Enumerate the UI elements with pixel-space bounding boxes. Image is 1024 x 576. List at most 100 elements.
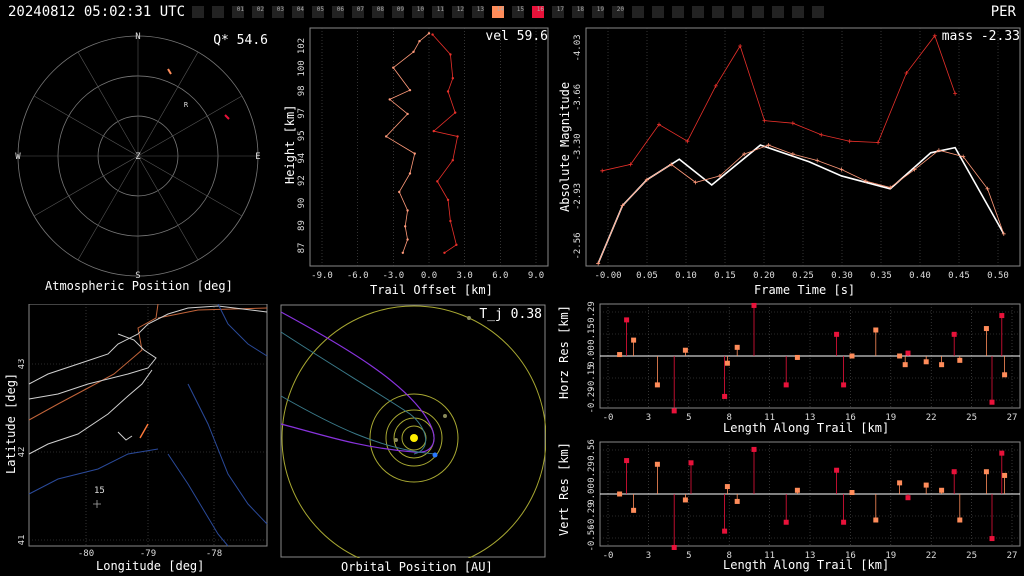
residual-point xyxy=(849,353,855,359)
residual-point xyxy=(751,302,757,308)
lc-point xyxy=(738,44,743,49)
x-tick-label: 9.0 xyxy=(528,271,544,281)
residual-point xyxy=(617,352,623,358)
residual-point xyxy=(849,490,855,496)
trail-point xyxy=(398,190,401,194)
station-cell: 17 xyxy=(552,6,564,18)
x-tick-label: -0.00 xyxy=(594,271,621,281)
hres-ylabel: Horz Res [km] xyxy=(557,305,571,399)
residual-point xyxy=(841,382,847,388)
lc-point xyxy=(815,158,820,163)
residual-point xyxy=(897,353,903,359)
residual-point xyxy=(624,458,630,464)
trail-point xyxy=(451,77,454,80)
residual-point xyxy=(923,359,929,365)
residual-point xyxy=(873,327,879,333)
x-tick-label: 5 xyxy=(686,413,691,423)
x-tick-label: 27 xyxy=(1007,413,1018,423)
residual-point xyxy=(794,487,800,493)
x-tick-label: -0 xyxy=(603,551,614,561)
x-tick-label: 6.0 xyxy=(492,271,508,281)
atmospheric-title: Atmospheric Position [deg] xyxy=(45,279,233,293)
residual-point xyxy=(722,528,728,534)
lc-ylabel: Absolute Magnitude xyxy=(558,81,572,212)
x-tick-label: 0.35 xyxy=(870,271,892,281)
residual-point xyxy=(688,460,694,466)
x-tick-label: 0.40 xyxy=(909,271,931,281)
lon-tick-label: -79 xyxy=(140,549,156,556)
trail-point xyxy=(443,251,446,254)
station-indicator-bar: 01 02 03 04 05 06 07 08 09 10 11 12 13 14 15 16 17 18 19 20 xyxy=(192,6,832,18)
y-tick-label: 90 xyxy=(297,198,307,209)
trail-point xyxy=(392,66,395,69)
residual-point xyxy=(783,519,789,525)
atmospheric-position-plot: Q* 54.6 N S E W Z R xyxy=(15,32,268,281)
trail-point xyxy=(406,112,409,116)
station-cell: 08 xyxy=(372,6,384,18)
y-tick-label: 95 xyxy=(297,130,307,141)
residual-point xyxy=(724,484,730,490)
residual-point xyxy=(671,544,677,550)
shower-code: PER xyxy=(990,4,1016,20)
y-tick-label: 94 xyxy=(297,153,307,164)
x-tick-label: 0.0 xyxy=(421,271,437,281)
y-tick-label: -3.30 xyxy=(573,133,583,160)
station-cell: 10 xyxy=(412,6,424,18)
north-label: N xyxy=(135,32,140,42)
lon-tick-label: -80 xyxy=(78,549,94,556)
residual-point xyxy=(951,331,957,337)
x-tick-label: 0.25 xyxy=(792,271,814,281)
residual-point xyxy=(841,519,847,525)
zenith-label: Z xyxy=(135,152,141,162)
trail-point xyxy=(406,238,409,241)
station-14-track xyxy=(167,68,172,75)
lc-point xyxy=(713,83,718,88)
x-tick-label: 22 xyxy=(926,413,937,423)
y-tick-label: -0.56 xyxy=(587,524,597,551)
y-tick-label: -3.66 xyxy=(573,84,583,111)
residual-point xyxy=(722,393,728,399)
east-label: E xyxy=(255,152,260,162)
station-cell: 18 xyxy=(572,6,584,18)
timestamp: 20240812 05:02:31 UTC xyxy=(8,4,186,20)
y-tick-label: -2.93 xyxy=(573,183,583,210)
station-cell xyxy=(672,6,684,18)
trail-point xyxy=(453,111,457,114)
residual-point xyxy=(724,360,730,366)
x-tick-label: 0.30 xyxy=(831,271,853,281)
trail-point xyxy=(408,172,412,175)
y-tick-label: 87 xyxy=(297,243,307,254)
radiant-label: R xyxy=(184,101,189,109)
lc-series-line xyxy=(597,144,1005,264)
residual-point xyxy=(751,446,757,452)
lat-tick-label: 41 xyxy=(18,535,27,546)
station-cell xyxy=(632,6,644,18)
orbit-xlabel: Orbital Position [AU] xyxy=(341,560,493,574)
y-tick-label: 98 xyxy=(297,85,307,96)
station-cell xyxy=(732,6,744,18)
station-15-label: 15 xyxy=(94,486,105,496)
x-tick-label: -3.0 xyxy=(382,271,404,281)
residual-point xyxy=(834,331,840,337)
residual-point xyxy=(624,317,630,323)
residual-point xyxy=(671,408,677,414)
trail-point xyxy=(406,209,409,212)
station-cell: 04 xyxy=(292,6,304,18)
hres-xlabel: Length Along Trail [km] xyxy=(723,421,890,435)
station-cell: 14 xyxy=(492,6,504,18)
lc-point xyxy=(876,140,881,145)
y-tick-label: 97 xyxy=(297,108,307,119)
lc-point xyxy=(600,168,605,173)
y-tick-label: 0.29 xyxy=(587,461,597,483)
trail-point xyxy=(436,180,439,183)
planet-marker xyxy=(467,316,471,320)
residual-point xyxy=(783,382,789,388)
trail-point xyxy=(446,198,450,202)
trail-point xyxy=(412,50,415,53)
trail-point xyxy=(455,243,458,247)
x-tick-label: -6.0 xyxy=(347,271,369,281)
station-cell: 19 xyxy=(592,6,604,18)
vres-xlabel: Length Along Trail [km] xyxy=(723,558,890,572)
trail-point xyxy=(456,135,459,138)
residual-point xyxy=(989,536,995,542)
